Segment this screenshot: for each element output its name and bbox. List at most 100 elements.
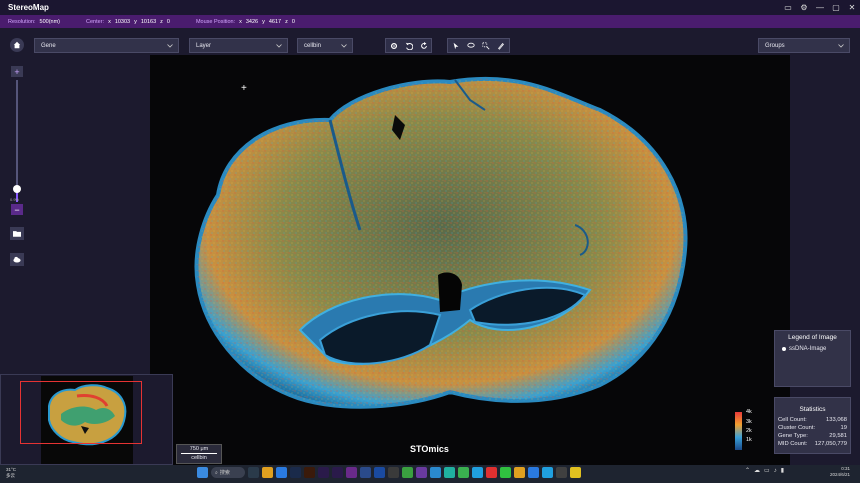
mouse-position-label: Mouse Position: bbox=[195, 18, 236, 25]
volume-icon[interactable]: ♪ bbox=[774, 468, 777, 474]
app-icon[interactable] bbox=[360, 467, 371, 478]
app-icon[interactable] bbox=[570, 467, 581, 478]
gene-select-value: Gene bbox=[41, 42, 56, 49]
close-button[interactable]: ✕ bbox=[844, 0, 860, 15]
taskbar-search[interactable]: ⌕ 搜索 bbox=[211, 467, 245, 478]
pointer-tool[interactable] bbox=[448, 39, 463, 52]
gear-icon[interactable]: ⚙ bbox=[796, 0, 812, 15]
lasso-tool[interactable] bbox=[463, 39, 478, 52]
groups-select[interactable]: Groups bbox=[758, 38, 850, 53]
legend-dot-icon bbox=[782, 347, 786, 351]
chrome-icon[interactable] bbox=[514, 467, 525, 478]
mouse-x-label: x bbox=[239, 18, 242, 25]
refresh-icon bbox=[420, 41, 427, 49]
colorbar-label: 3k bbox=[746, 419, 752, 425]
settings-tool[interactable] bbox=[386, 39, 401, 52]
home-button[interactable] bbox=[10, 38, 24, 52]
chevron-down-icon bbox=[276, 44, 282, 48]
app-icon[interactable] bbox=[528, 467, 539, 478]
app-title: StereoMap bbox=[8, 3, 49, 12]
window-controls: ▭ ⚙ — ▢ ✕ bbox=[780, 0, 860, 15]
mouse-z: 0 bbox=[291, 18, 295, 25]
center-label: Center: bbox=[86, 18, 105, 25]
folder-icon bbox=[13, 231, 21, 237]
zoom-in-button[interactable]: + bbox=[11, 66, 23, 77]
refresh-tool[interactable] bbox=[416, 39, 431, 52]
steam-icon[interactable] bbox=[374, 467, 385, 478]
bin-select[interactable]: cellbin bbox=[297, 38, 353, 53]
clock-date: 2024/6/21 bbox=[829, 472, 850, 477]
legend-item-label: ssDNA-Image bbox=[789, 346, 827, 352]
zoom-percent: 0.9% bbox=[10, 197, 20, 202]
search-icon: ⌕ bbox=[215, 469, 218, 476]
app-icon[interactable] bbox=[416, 467, 427, 478]
task-view-icon[interactable] bbox=[248, 467, 259, 478]
after-effects-icon[interactable] bbox=[332, 467, 343, 478]
chevron-down-icon bbox=[167, 44, 173, 48]
minimap[interactable] bbox=[0, 374, 173, 465]
start-icon[interactable] bbox=[197, 467, 208, 478]
center-y: 10163 bbox=[140, 18, 157, 25]
statistics-panel: Statistics Cell Count: 133,068 Cluster Co… bbox=[774, 397, 851, 454]
app-icon[interactable] bbox=[388, 467, 399, 478]
stat-row: MID Count: 127,050,779 bbox=[775, 440, 850, 448]
battery-icon[interactable]: ▮ bbox=[781, 467, 784, 474]
image-viewer-canvas[interactable] bbox=[150, 55, 790, 465]
app-icon[interactable] bbox=[346, 467, 357, 478]
brush-tool[interactable] bbox=[493, 39, 508, 52]
stat-value: 127,050,779 bbox=[814, 441, 847, 447]
app-icon[interactable] bbox=[542, 467, 553, 478]
wechat-icon[interactable] bbox=[500, 467, 511, 478]
zoom-slider-handle[interactable] bbox=[13, 185, 21, 193]
expression-color-bar bbox=[735, 412, 742, 450]
status-info-bar: Resolution: 500(nm) Center: x 10303 y 10… bbox=[0, 15, 860, 28]
stat-value: 19 bbox=[840, 425, 847, 431]
undo-tool[interactable] bbox=[401, 39, 416, 52]
cursor-icon bbox=[453, 42, 458, 49]
app-icon[interactable] bbox=[444, 467, 455, 478]
taskbar-apps: ⌕ 搜索 bbox=[197, 467, 581, 478]
app-icon[interactable] bbox=[556, 467, 567, 478]
cloud-upload-icon bbox=[13, 256, 21, 263]
network-icon[interactable]: ▭ bbox=[764, 467, 770, 474]
chevron-down-icon bbox=[838, 44, 844, 48]
center-z-label: z bbox=[160, 18, 163, 25]
open-folder-button[interactable] bbox=[10, 227, 24, 240]
minimize-button[interactable]: — bbox=[812, 0, 828, 15]
spotify-icon[interactable] bbox=[458, 467, 469, 478]
maximize-button[interactable]: ▢ bbox=[828, 0, 844, 15]
photoshop-icon[interactable] bbox=[290, 467, 301, 478]
gene-select[interactable]: Gene bbox=[34, 38, 179, 53]
cloud-icon[interactable]: ☁ bbox=[754, 467, 760, 474]
legend-item[interactable]: ssDNA-Image bbox=[775, 341, 850, 352]
stat-value: 133,068 bbox=[826, 417, 847, 423]
chevron-down-icon bbox=[341, 44, 347, 48]
chevron-up-icon[interactable]: ⌃ bbox=[745, 467, 750, 474]
resolution-label: Resolution: bbox=[8, 18, 36, 25]
mouse-y-label: y bbox=[262, 18, 265, 25]
rect-select-tool[interactable] bbox=[478, 39, 493, 52]
stat-row: Gene Type: 29,581 bbox=[775, 432, 850, 440]
file-explorer-icon[interactable] bbox=[262, 467, 273, 478]
stat-row: Cluster Count: 19 bbox=[775, 424, 850, 432]
app-icon[interactable] bbox=[472, 467, 483, 478]
premiere-icon[interactable] bbox=[318, 467, 329, 478]
legend-title: Legend of Image bbox=[788, 334, 837, 341]
app-icon[interactable] bbox=[402, 467, 413, 478]
colorbar-label: 4k bbox=[746, 409, 752, 415]
upload-button[interactable] bbox=[10, 253, 24, 266]
scale-bar: 750 μm cellbin bbox=[176, 444, 222, 464]
vscode-icon[interactable] bbox=[276, 467, 287, 478]
zoom-slider[interactable] bbox=[16, 80, 18, 202]
app-icon[interactable] bbox=[430, 467, 441, 478]
scale-unit: cellbin bbox=[191, 455, 207, 461]
system-clock[interactable]: 0:31 2024/6/21 bbox=[820, 466, 850, 478]
illustrator-icon[interactable] bbox=[304, 467, 315, 478]
weather-widget[interactable]: 31°C 多云 bbox=[6, 467, 16, 479]
center-y-label: y bbox=[134, 18, 137, 25]
app-icon[interactable] bbox=[486, 467, 497, 478]
layer-select[interactable]: Layer bbox=[189, 38, 288, 53]
zoom-out-button[interactable]: − bbox=[11, 204, 23, 215]
minimap-viewport[interactable] bbox=[20, 381, 142, 444]
folder-icon[interactable]: ▭ bbox=[780, 0, 796, 15]
